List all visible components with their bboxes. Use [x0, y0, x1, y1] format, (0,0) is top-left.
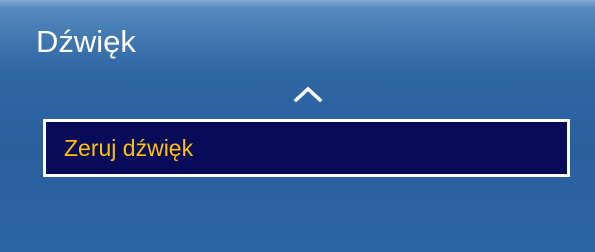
menu-title: Dźwięk [36, 24, 136, 59]
sound-menu-panel: Dźwięk Zeruj dźwięk [0, 0, 595, 252]
menu-item-reset-sound[interactable]: Zeruj dźwięk [43, 119, 570, 177]
chevron-up-icon[interactable] [293, 86, 323, 103]
menu-item-label: Zeruj dźwięk [64, 135, 194, 161]
